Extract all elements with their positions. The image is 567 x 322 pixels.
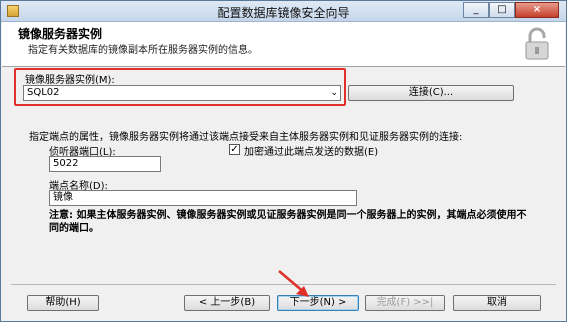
maximize-button[interactable]: □ [489, 2, 515, 18]
encrypt-label: 加密通过此端点发送的数据(E) [244, 147, 379, 158]
lock-icon [525, 27, 549, 60]
help-button[interactable]: 帮助(H) [27, 295, 99, 311]
page-title: 镜像服务器实例 [18, 27, 103, 41]
title-bar: 配置数据库镜像安全向导 _ □ × [1, 1, 566, 22]
cancel-button[interactable]: 取消 [453, 295, 541, 311]
finish-button: 完成(F) >>| [365, 295, 445, 311]
close-button[interactable]: × [515, 2, 559, 18]
page-subtitle: 指定有关数据库的镜像副本所在服务器实例的信息。 [28, 45, 258, 56]
pointer-arrow-icon [278, 270, 309, 297]
listener-port-input[interactable]: 5022 [49, 156, 161, 172]
endpoint-intro: 指定端点的属性，镜像服务器实例将通过该端点接受来自主体服务器实例和见证服务器实例… [29, 132, 463, 143]
mirror-instance-label: 镜像服务器实例(M): [25, 75, 115, 86]
endpoint-name-input[interactable]: 镜像 [49, 190, 357, 206]
minimize-button[interactable]: _ [463, 2, 489, 18]
connect-button[interactable]: 连接(C)... [348, 85, 514, 101]
wizard-header: 镜像服务器实例 指定有关数据库的镜像副本所在服务器实例的信息。 [2, 22, 565, 67]
chevron-down-icon[interactable]: ⌄ [330, 86, 338, 100]
back-button[interactable]: < 上一步(B) [184, 295, 270, 311]
mirror-instance-value: SQL02 [27, 87, 60, 98]
mirror-instance-select[interactable]: SQL02 ⌄ [23, 85, 341, 101]
note-text: 注意: 如果主体服务器实例、镜像服务器实例或见证服务器实例是同一个服务器上的实例… [49, 210, 527, 234]
wizard-window: 配置数据库镜像安全向导 _ □ × 镜像服务器实例 指定有关数据库的镜像副本所在… [0, 0, 567, 322]
encrypt-checkbox[interactable]: ✓ [229, 144, 240, 155]
